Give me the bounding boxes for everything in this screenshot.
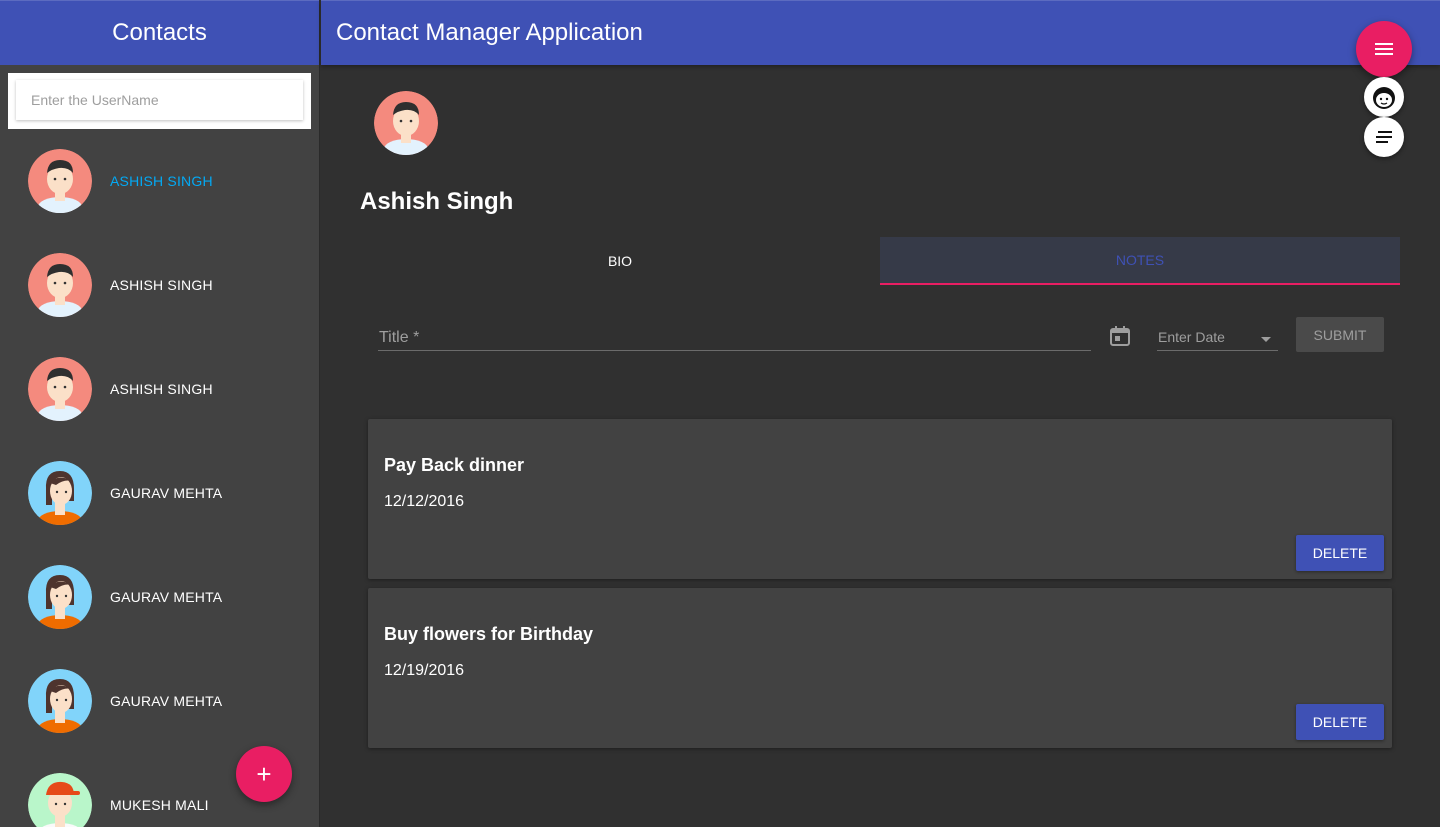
menu-icon xyxy=(1375,43,1393,55)
contact-name: ASHISH SINGH xyxy=(110,381,213,397)
boy-avatar-icon xyxy=(28,149,92,213)
girl-avatar-icon xyxy=(28,669,92,733)
title-field[interactable]: Title * xyxy=(378,318,1091,351)
tab-notes[interactable]: NOTES xyxy=(880,237,1400,285)
title-label: Title * xyxy=(379,329,420,346)
date-picker[interactable]: Enter Date xyxy=(1157,318,1278,351)
contact-name: ASHISH SINGH xyxy=(110,277,213,293)
menu-fab-button[interactable] xyxy=(1356,21,1412,77)
note-form: Title * Enter Date SUBMIT xyxy=(378,317,1384,358)
delete-button[interactable]: DELETE xyxy=(1296,704,1384,740)
contact-name: GAURAV MEHTA xyxy=(110,589,223,605)
girl-avatar-icon xyxy=(28,461,92,525)
tab-bio[interactable]: BIO xyxy=(360,237,880,285)
contact-name: ASHISH SINGH xyxy=(110,173,213,189)
note-date: 12/12/2016 xyxy=(384,493,465,510)
note-title: Pay Back dinner xyxy=(384,455,525,475)
cap-boy-avatar-icon xyxy=(28,773,92,827)
date-placeholder: Enter Date xyxy=(1158,329,1225,345)
contact-name: GAURAV MEHTA xyxy=(110,693,223,709)
girl-avatar-icon xyxy=(28,565,92,629)
note-date: 12/19/2016 xyxy=(384,662,465,679)
contact-item[interactable]: ASHISH SINGH xyxy=(0,337,319,441)
contact-item[interactable]: GAURAV MEHTA xyxy=(0,649,319,753)
search-container xyxy=(8,73,311,129)
contact-list: ASHISH SINGH ASHISH SINGH ASHISH SINGH G… xyxy=(0,129,319,827)
app-bar: Contact Manager Application xyxy=(321,0,1440,65)
sidebar: Contacts ASHISH SINGH ASHISH SINGH xyxy=(0,0,320,827)
profile-avatar xyxy=(374,91,438,155)
notes-fab-button[interactable] xyxy=(1364,117,1404,157)
calendar-icon[interactable] xyxy=(1109,325,1131,347)
app-root: Contacts ASHISH SINGH ASHISH SINGH xyxy=(0,0,1440,827)
contact-item[interactable]: ASHISH SINGH xyxy=(0,233,319,337)
note-card: Buy flowers for Birthday 12/19/2016 DELE… xyxy=(368,588,1392,748)
face-fab-button[interactable] xyxy=(1364,77,1404,117)
boy-avatar-icon xyxy=(28,357,92,421)
main-panel: Contact Manager Application Ashish Singh… xyxy=(321,0,1440,827)
profile-name: Ashish Singh xyxy=(360,188,514,215)
contact-name: GAURAV MEHTA xyxy=(110,485,223,501)
note-title: Buy flowers for Birthday xyxy=(384,624,594,644)
contact-item[interactable]: GAURAV MEHTA xyxy=(0,545,319,649)
contact-item[interactable]: ASHISH SINGH xyxy=(0,129,319,233)
contact-item[interactable]: GAURAV MEHTA xyxy=(0,441,319,545)
search-input[interactable] xyxy=(16,80,303,120)
note-card: Pay Back dinner 12/12/2016 DELETE xyxy=(368,419,1392,579)
boy-avatar-icon xyxy=(28,253,92,317)
delete-button[interactable]: DELETE xyxy=(1296,535,1384,571)
chevron-down-icon xyxy=(1261,337,1271,342)
sidebar-title: Contacts xyxy=(0,0,319,65)
profile-tabs: BIO NOTES xyxy=(360,237,1400,285)
submit-button[interactable]: SUBMIT xyxy=(1296,317,1384,352)
face-icon xyxy=(1373,87,1395,109)
notes-icon xyxy=(1376,131,1392,143)
app-title: Contact Manager Application xyxy=(336,19,643,46)
contact-name: MUKESH MALI xyxy=(110,797,209,813)
add-contact-button[interactable]: + xyxy=(236,746,292,802)
